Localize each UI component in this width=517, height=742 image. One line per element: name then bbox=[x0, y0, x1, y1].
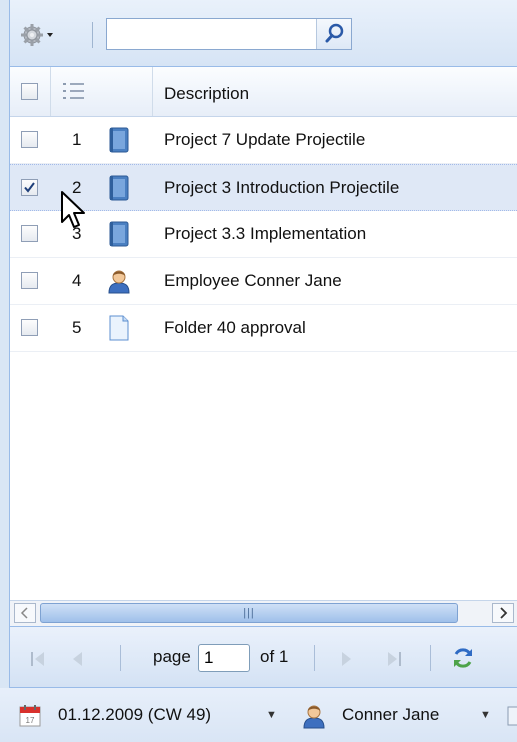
select-all-checkbox[interactable] bbox=[21, 83, 38, 100]
toolbar-separator bbox=[92, 22, 93, 48]
scroll-right-button[interactable] bbox=[492, 603, 514, 623]
date-selector[interactable]: 01.12.2009 (CW 49) bbox=[58, 705, 211, 725]
description-column-header[interactable]: Description bbox=[164, 84, 249, 104]
checkmark-icon bbox=[24, 182, 35, 193]
row-checkbox[interactable] bbox=[21, 179, 38, 196]
row-checkbox[interactable] bbox=[21, 272, 38, 289]
last-page-icon[interactable] bbox=[384, 649, 404, 669]
row-number: 4 bbox=[72, 271, 82, 290]
user-selector[interactable]: Conner Jane bbox=[342, 705, 439, 725]
scroll-left-button[interactable] bbox=[14, 603, 36, 623]
table-row[interactable]: 3 Project 3.3 Implementation bbox=[10, 211, 517, 258]
search-button[interactable] bbox=[316, 19, 351, 49]
calendar-icon[interactable]: 17 bbox=[18, 704, 42, 728]
grid-header: Description bbox=[10, 67, 517, 117]
project-book-icon bbox=[109, 221, 129, 247]
search-field bbox=[106, 18, 352, 50]
row-description: Project 7 Update Projectile bbox=[164, 130, 366, 149]
top-toolbar bbox=[10, 0, 517, 67]
page-number-input[interactable] bbox=[198, 644, 250, 672]
first-page-icon[interactable] bbox=[28, 649, 48, 669]
row-description: Employee Conner Jane bbox=[164, 271, 342, 290]
chevron-left-icon bbox=[20, 607, 28, 619]
project-book-icon bbox=[109, 127, 129, 153]
scrollbar-grip: ||| bbox=[243, 607, 255, 619]
svg-text:17: 17 bbox=[26, 716, 35, 725]
row-checkbox[interactable] bbox=[21, 131, 38, 148]
chevron-right-icon bbox=[500, 607, 508, 619]
row-number: 3 bbox=[72, 224, 82, 243]
table-row[interactable]: 1 Project 7 Update Projectile bbox=[10, 117, 517, 164]
page-count: of 1 bbox=[260, 647, 289, 666]
page-label: page bbox=[153, 647, 191, 666]
row-description: Folder 40 approval bbox=[164, 318, 306, 337]
toolbar-separator bbox=[120, 645, 121, 671]
search-icon bbox=[325, 23, 344, 43]
employee-icon bbox=[108, 270, 130, 294]
row-number: 5 bbox=[72, 318, 82, 337]
document-icon bbox=[109, 315, 129, 341]
grid-body: 1 Project 7 Update Projectile 2 Project … bbox=[10, 117, 517, 600]
previous-page-icon[interactable] bbox=[68, 649, 88, 669]
table-row[interactable]: 2 Project 3 Introduction Projectile bbox=[10, 164, 517, 211]
row-number: 2 bbox=[72, 178, 82, 197]
settings-menu-button[interactable] bbox=[20, 20, 60, 50]
next-page-icon[interactable] bbox=[336, 649, 356, 669]
row-number: 1 bbox=[72, 130, 82, 149]
search-input[interactable] bbox=[107, 19, 319, 49]
toolbar-separator bbox=[314, 645, 315, 671]
row-checkbox[interactable] bbox=[21, 319, 38, 336]
scrollbar-thumb[interactable]: ||| bbox=[40, 603, 458, 623]
dropdown-caret-icon bbox=[47, 33, 53, 37]
refresh-icon[interactable] bbox=[450, 645, 476, 671]
table-row[interactable]: 5 Folder 40 approval bbox=[10, 305, 517, 352]
paging-toolbar: page of 1 bbox=[10, 626, 517, 688]
numbered-list-icon bbox=[63, 83, 84, 99]
row-description: Project 3 Introduction Projectile bbox=[164, 178, 400, 197]
status-bar: 17 01.12.2009 (CW 49) ▼ Conner Jane ▼ bbox=[0, 688, 517, 742]
row-checkbox[interactable] bbox=[21, 225, 38, 242]
document-icon[interactable] bbox=[506, 706, 517, 726]
chevron-down-icon[interactable]: ▼ bbox=[480, 709, 491, 721]
panel-left-edge bbox=[0, 0, 10, 742]
project-book-icon bbox=[109, 175, 129, 201]
chevron-down-icon[interactable]: ▼ bbox=[266, 709, 277, 721]
horizontal-scrollbar[interactable]: ||| bbox=[10, 600, 517, 626]
table-row[interactable]: 4 Employee Conner Jane bbox=[10, 258, 517, 305]
grid-panel: Description 1 Project 7 Update Projectil… bbox=[0, 0, 517, 742]
gear-icon bbox=[21, 24, 53, 46]
user-icon[interactable] bbox=[302, 703, 326, 729]
row-description: Project 3.3 Implementation bbox=[164, 224, 367, 243]
toolbar-separator bbox=[430, 645, 431, 671]
column-divider bbox=[152, 67, 153, 116]
column-divider bbox=[50, 67, 51, 116]
